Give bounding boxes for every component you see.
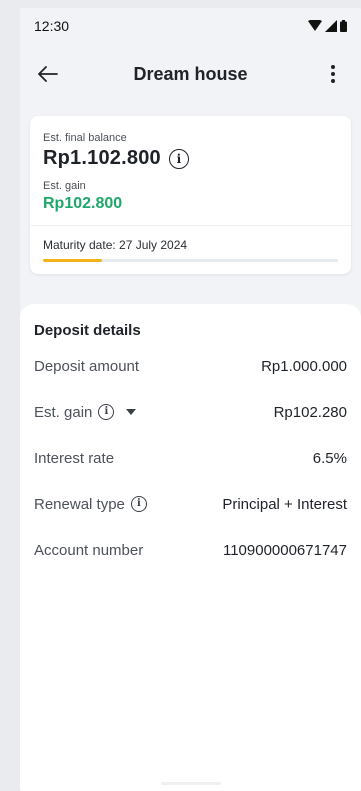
detail-row-renewal-type: Renewal type i Principal + Interest bbox=[34, 481, 347, 527]
info-icon[interactable]: i bbox=[130, 496, 147, 512]
detail-value: Rp1.000.000 bbox=[261, 357, 347, 375]
screen: 12:30 Dream house Est. final balance Rp1… bbox=[20, 8, 361, 791]
home-indicator bbox=[160, 782, 221, 785]
gain-value: Rp102.800 bbox=[43, 195, 123, 212]
detail-value: 110900000671747 bbox=[222, 541, 347, 559]
status-bar: 12:30 bbox=[20, 8, 361, 44]
maturity-progress-fill bbox=[43, 259, 102, 262]
page-title: Dream house bbox=[133, 63, 248, 84]
app-bar: Dream house bbox=[20, 44, 361, 104]
info-icon[interactable]: i bbox=[98, 404, 115, 420]
maturity-date: Maturity date: 27 July 2024 bbox=[43, 238, 188, 252]
more-options-button[interactable] bbox=[313, 54, 353, 94]
signal-icon bbox=[325, 20, 337, 32]
detail-value: Rp102.280 bbox=[273, 403, 347, 421]
back-arrow-icon bbox=[38, 66, 58, 82]
deposit-details-panel: Deposit details Deposit amount Rp1.000.0… bbox=[20, 304, 361, 791]
deposit-details-heading: Deposit details bbox=[34, 322, 141, 339]
detail-row-account-number: Account number 110900000671747 bbox=[34, 527, 347, 573]
status-icons bbox=[308, 20, 347, 32]
detail-label: Account number bbox=[34, 541, 144, 559]
maturity-progress-bar bbox=[43, 259, 338, 262]
detail-value: 6.5% bbox=[312, 449, 347, 467]
final-balance-label: Est. final balance bbox=[43, 132, 127, 144]
detail-value: Principal + Interest bbox=[222, 495, 347, 513]
status-time: 12:30 bbox=[34, 18, 70, 34]
detail-label: Renewal type bbox=[34, 495, 125, 513]
detail-label: Est. gain bbox=[34, 403, 93, 421]
battery-icon bbox=[340, 20, 347, 32]
gain-label: Est. gain bbox=[43, 180, 86, 192]
wifi-icon bbox=[308, 20, 322, 31]
final-balance-value: Rp1.102.800 bbox=[43, 147, 161, 169]
summary-card: Est. final balance Rp1.102.800 i Est. ga… bbox=[30, 116, 351, 274]
more-vert-icon bbox=[330, 65, 335, 83]
detail-label: Deposit amount bbox=[34, 357, 140, 375]
detail-row-deposit-amount: Deposit amount Rp1.000.000 bbox=[34, 343, 347, 389]
back-button[interactable] bbox=[28, 54, 68, 94]
caret-down-icon[interactable] bbox=[126, 409, 137, 415]
detail-row-interest-rate: Interest rate 6.5% bbox=[34, 435, 347, 481]
info-icon[interactable]: i bbox=[168, 148, 189, 169]
detail-row-est-gain[interactable]: Est. gain i Rp102.280 bbox=[34, 389, 347, 435]
detail-label: Interest rate bbox=[34, 449, 115, 467]
